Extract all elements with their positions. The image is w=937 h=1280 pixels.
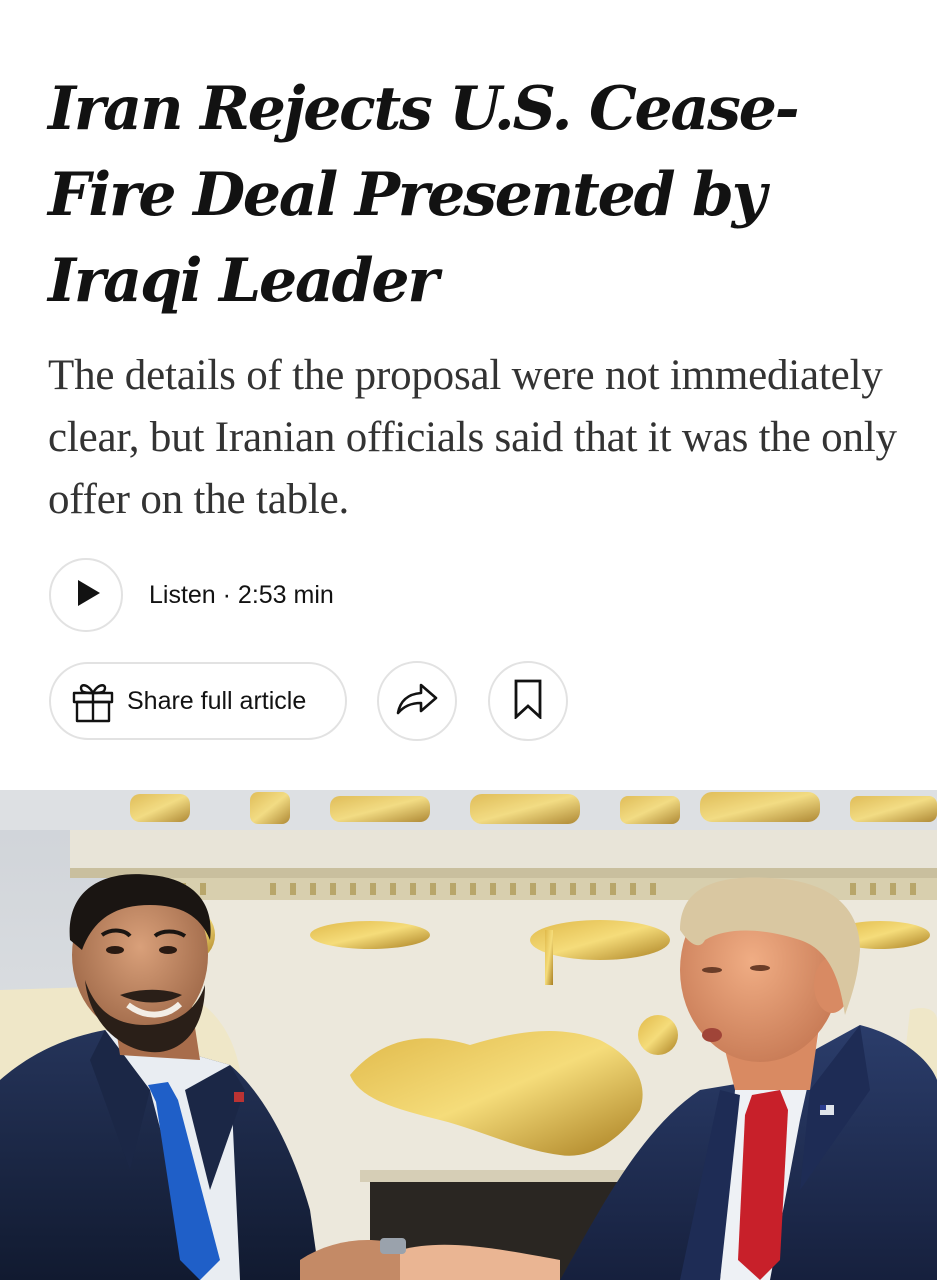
listen-duration-label[interactable]: Listen · 2:53 min xyxy=(149,581,334,610)
bookmark-icon xyxy=(513,679,543,724)
share-arrow-icon xyxy=(395,681,439,722)
article-photo xyxy=(0,790,937,1280)
article-actions: Share full article xyxy=(49,661,568,741)
play-button[interactable] xyxy=(49,558,123,632)
article-headline: Iran Rejects U.S. Cease-Fire Deal Presen… xyxy=(48,74,800,316)
share-full-article-label: Share full article xyxy=(127,686,307,715)
share-button[interactable] xyxy=(377,661,457,741)
share-full-article-button[interactable]: Share full article xyxy=(49,662,347,740)
article-summary: The details of the proposal were not imm… xyxy=(48,352,897,523)
gift-icon xyxy=(69,677,117,725)
play-icon xyxy=(71,579,102,612)
audio-player: Listen · 2:53 min xyxy=(49,556,334,634)
save-button[interactable] xyxy=(488,661,568,741)
